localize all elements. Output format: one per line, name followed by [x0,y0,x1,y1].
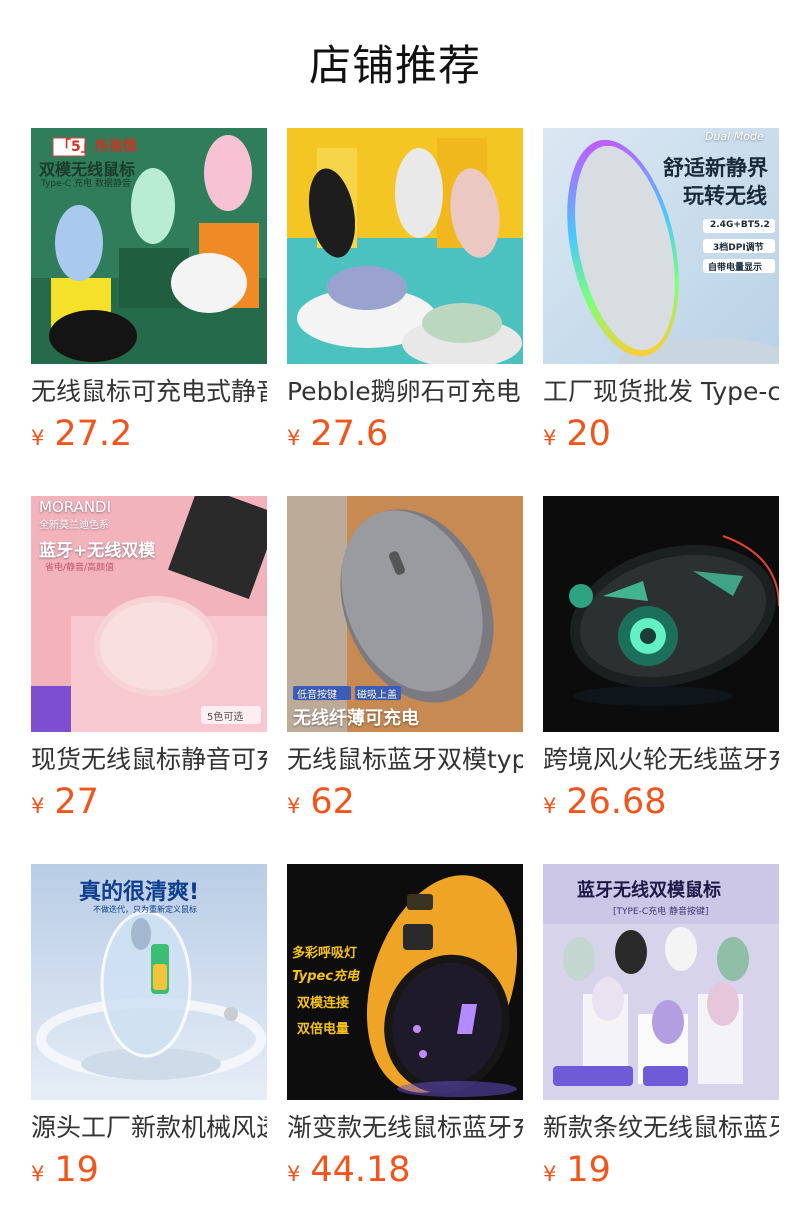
product-name[interactable]: 跨境风火轮无线蓝牙充 [543,744,779,776]
image-caption: 全新莫兰迪色系 [39,520,109,531]
product-card[interactable]: 真的很清爽! 不做迭代，只为重新定义鼠标 源头工厂新款机械风透 ¥19 [31,864,267,1232]
currency-symbol: ¥ [31,426,45,450]
product-image[interactable]: Dual Mode 舒适新静界 玩转无线 2.4G+BT5.2 3档DPI调节 … [543,128,779,364]
price-value: 27 [54,782,99,822]
product-name[interactable]: Pebble鹅卵石可充电 [287,376,523,408]
product-card[interactable]: Dual Mode 舒适新静界 玩转无线 2.4G+BT5.2 3档DPI调节 … [543,128,779,496]
product-name[interactable]: 现货无线鼠标静音可充 [31,744,267,776]
product-name[interactable]: 无线鼠标蓝牙双模type [287,744,523,776]
product-image[interactable]: 蓝牙无线双模鼠标 [TYPE-C充电 静音按键] [543,864,779,1100]
product-price: ¥44.18 [287,1150,523,1190]
image-caption: 5色可选 [207,712,244,723]
currency-symbol: ¥ [543,426,557,450]
product-price: ¥20 [543,414,779,454]
product-image[interactable]: 多彩呼吸灯 Typec充电 双模连接 双倍电量 [287,864,523,1100]
image-caption: 自带电量显示 [708,263,763,273]
price-value: 19 [566,1150,611,1190]
currency-symbol: ¥ [31,1162,45,1186]
currency-symbol: ¥ [287,1162,301,1186]
price-value: 27.2 [54,414,133,454]
image-caption: 2.4G+BT5.2 [710,220,770,230]
product-name[interactable]: 工厂现货批发 Type-c [543,376,779,408]
price-value: 26.68 [566,782,667,822]
image-caption: 蓝牙无线双模鼠标 [577,880,721,901]
product-image[interactable] [287,128,523,364]
image-caption: 无线纤薄可充电 [293,708,419,729]
product-card[interactable]: 低音按键 磁吸上盖 无线纤薄可充电 无线鼠标蓝牙双模type ¥62 [287,496,523,864]
image-caption: 「5」所畏惧 [57,139,137,155]
image-caption: MORANDI [39,498,112,516]
image-caption: 低音按键 [297,690,337,701]
product-card[interactable]: 跨境风火轮无线蓝牙充 ¥26.68 [543,496,779,864]
product-card[interactable]: 多彩呼吸灯 Typec充电 双模连接 双倍电量 渐变款无线鼠标蓝牙充 ¥44.1… [287,864,523,1232]
image-caption: 蓝牙+无线双模 [39,541,156,561]
product-image[interactable]: MORANDI 全新莫兰迪色系 蓝牙+无线双模 省电/静音/高颜值 5色可选 [31,496,267,732]
currency-symbol: ¥ [287,794,301,818]
image-caption: 双倍电量 [297,1022,350,1037]
product-name[interactable]: 无线鼠标可充电式静音 [31,376,267,408]
product-card[interactable]: 「5」所畏惧 双模无线鼠标 Type-C 充电 数据静音 无线鼠标可充电式静音 … [31,128,267,496]
product-price: ¥27.2 [31,414,267,454]
image-caption: 省电/静音/高颜值 [45,563,115,573]
price-value: 62 [310,782,355,822]
price-value: 27.6 [310,414,389,454]
image-caption: Type-C 充电 数据静音 [41,179,131,189]
image-caption: 双模连接 [297,996,350,1011]
product-price: ¥19 [543,1150,779,1190]
currency-symbol: ¥ [287,426,301,450]
product-price: ¥19 [31,1150,267,1190]
image-caption: 3档DPI调节 [713,243,764,253]
currency-symbol: ¥ [31,794,45,818]
section-title: 店铺推荐 [308,41,481,90]
image-caption: Typec充电 [292,969,360,984]
image-caption: 真的很清爽! [79,880,200,905]
image-caption: 不做迭代，只为重新定义鼠标 [93,905,197,914]
product-price: ¥26.68 [543,782,779,822]
image-caption: [TYPE-C充电 静音按键] [613,907,709,917]
currency-symbol: ¥ [543,1162,557,1186]
product-price: ¥62 [287,782,523,822]
currency-symbol: ¥ [543,794,557,818]
image-caption: 玩转无线 [683,184,767,208]
product-image[interactable]: 真的很清爽! 不做迭代，只为重新定义鼠标 [31,864,267,1100]
product-name[interactable]: 新款条纹无线鼠标蓝牙 [543,1112,779,1144]
product-price: ¥27.6 [287,414,523,454]
image-caption: 多彩呼吸灯 [292,946,358,961]
price-value: 44.18 [310,1150,411,1190]
price-value: 20 [566,414,611,454]
image-caption: 磁吸上盖 [357,690,397,701]
product-name[interactable]: 渐变款无线鼠标蓝牙充 [287,1112,523,1144]
product-grid: 「5」所畏惧 双模无线鼠标 Type-C 充电 数据静音 无线鼠标可充电式静音 … [31,128,779,1232]
product-card[interactable]: MORANDI 全新莫兰迪色系 蓝牙+无线双模 省电/静音/高颜值 5色可选 现… [31,496,267,864]
product-image[interactable] [543,496,779,732]
image-caption: 舒适新静界 [663,156,768,180]
product-card[interactable]: 蓝牙无线双模鼠标 [TYPE-C充电 静音按键] 新款条纹无线鼠标蓝牙 ¥19 [543,864,779,1232]
image-caption: Dual Mode [705,130,764,143]
product-name[interactable]: 源头工厂新款机械风透 [31,1112,267,1144]
price-value: 19 [54,1150,99,1190]
product-image[interactable]: 低音按键 磁吸上盖 无线纤薄可充电 [287,496,523,732]
product-price: ¥27 [31,782,267,822]
product-image[interactable]: 「5」所畏惧 双模无线鼠标 Type-C 充电 数据静音 [31,128,267,364]
product-card[interactable]: Pebble鹅卵石可充电 ¥27.6 [287,128,523,496]
